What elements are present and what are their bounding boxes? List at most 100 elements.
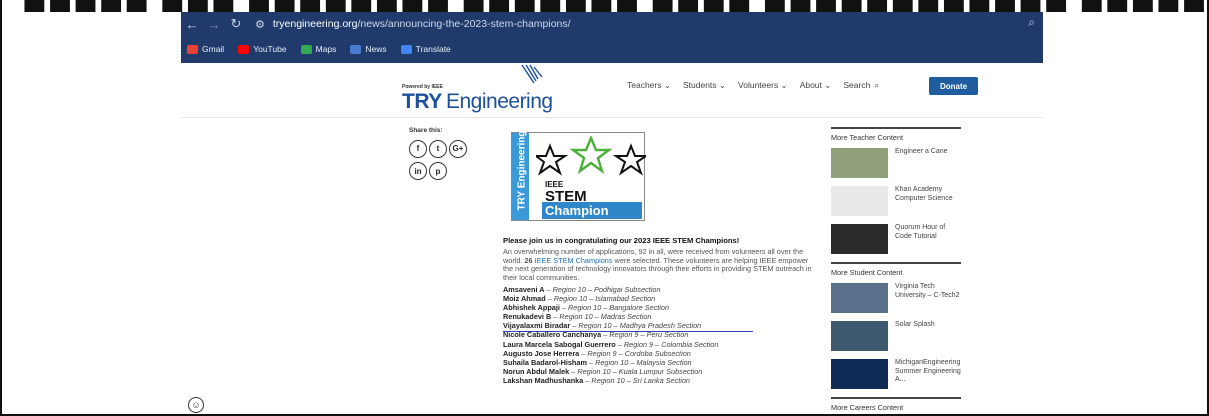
site-info-icon[interactable]: ⚙ [255,18,265,31]
champion-name: Suhaila Badarol-Hisham [503,357,587,367]
champions-link[interactable]: IEEE STEM Champions [535,256,613,265]
site-header: Powered by IEEE TRY Engineering Teachers… [181,63,1043,117]
sidebar-content-item[interactable]: Quorum Hour of Code Tutorial [831,224,961,256]
sidebar-content-item[interactable]: Engineer a Cane [831,148,961,180]
url-domain: tryengineering.org [272,18,358,30]
champion-name: Renukadevi B [503,312,552,322]
share-label: Share this: [409,127,443,134]
nav-item-1[interactable]: Students ⌄ [683,80,726,91]
article-intro: An overwhelming number of applications, … [503,247,813,283]
sidebar: More Teacher Content Engineer a Cane Khan… [831,127,961,414]
champion-name: Vijayalaxmi Biradar [503,321,571,331]
content-thumbnail[interactable] [831,283,888,313]
content-thumbnail[interactable] [831,321,888,351]
url-path: /news/announcing-the-2023-stem-champions… [357,18,571,30]
champion-region: Region 10 – Madhya Pradesh Section [578,321,702,331]
google-plus-icon[interactable]: G+ [449,139,467,158]
champion-region: Region 10 – Podhigai Subsection [552,284,661,294]
teacher-content-list: Engineer a Cane Khan Academy Computer Sci… [831,148,961,256]
champion-name: Nicole Caballero Canchanya [503,330,602,340]
content-title[interactable]: Virginia Tech University – C-Tech2 [895,283,961,315]
teacher-content-heading: More Teacher Content [831,127,961,142]
careers-content-heading: More Careers Content [831,397,961,412]
nav-item-2[interactable]: Volunteers ⌄ [738,80,788,91]
linkedin-icon[interactable]: in [409,162,427,180]
bookmark-youtube[interactable]: YouTube [238,44,287,54]
champion-name: Abhishek Appaji [503,303,560,313]
content-thumbnail[interactable] [831,359,888,389]
bookmark-news[interactable]: News [350,44,387,54]
zoom-icon[interactable]: ⌕ [1028,15,1035,30]
champion-region: Region 9 – Colombia Section [623,339,719,349]
donate-button[interactable]: Donate [929,77,978,95]
student-content-list: Virginia Tech University – C-Tech2 Solar … [831,283,961,391]
champion-region: Region 10 – Madras Section [559,312,652,322]
bookmark-label: Translate [415,44,451,54]
sidebar-content-item[interactable]: Virginia Tech University – C-Tech2 [831,283,961,315]
browser-chrome: ← → ↻ ⚙ tryengineering.org/news/announci… [181,12,1043,63]
bookmark-maps[interactable]: Maps [300,44,337,54]
logo-engineering: Engineering [446,90,553,113]
sidebar-content-item[interactable]: Khan Academy Computer Science [831,186,961,218]
champion-region: Region 10 – Bangalore Section [568,303,670,313]
forward-icon[interactable]: → [203,13,225,35]
stem-champion-logo: TRY Engineering IEEE STEM Champion [511,130,646,221]
reload-icon[interactable]: ↻ [225,13,247,35]
content-title[interactable]: Quorum Hour of Code Tutorial [895,224,961,256]
header-divider [181,117,1043,118]
champion-region: Region 10 – Sri Lanka Section [591,375,690,385]
content-title[interactable]: Khan Academy Computer Science [895,186,961,218]
content-thumbnail[interactable] [831,148,888,178]
bookmarks-bar: Gmail YouTube Maps News Translate [181,38,1043,60]
bookmark-gmail[interactable]: Gmail [187,44,224,54]
maps-icon [300,44,312,54]
bookmark-label: Maps [315,44,337,54]
translate-icon [400,44,412,54]
champion-name: Laura Marcela Sabogal Guerrero [503,339,616,349]
article-body: Please join us in congratulating our 202… [503,236,813,386]
news-icon [350,44,362,54]
content-title[interactable]: MichiganEngineering Summer Engineering A… [895,359,961,391]
gmail-icon [187,44,198,54]
twitter-icon[interactable]: t [429,139,447,158]
logo-graphic-icon [521,64,543,84]
main-nav: Teachers ⌄ Students ⌄ Volunteers ⌄ About ⌄ S… [627,80,891,91]
content-title[interactable]: Solar Splash [895,321,935,353]
student-content-heading: More Student Content [831,262,961,277]
logo-try: TRY [402,90,442,113]
stars-icon [536,136,646,176]
logo-side-text: TRY Engineering [516,130,528,211]
pinterest-icon[interactable]: p [429,162,447,180]
youtube-icon [238,44,250,54]
bookmark-translate[interactable]: Translate [400,44,451,54]
bookmark-label: Gmail [202,44,225,54]
nav-item-0[interactable]: Teachers ⌄ [627,80,671,91]
nav-item-4[interactable]: Search [843,80,870,91]
champion-region: Region 10 – Kuala Lumpur Subsection [577,366,703,376]
logo-champion: Champion [542,202,642,219]
champion-name: Amsaveni A [503,284,545,294]
address-bar[interactable]: ⚙ tryengineering.org/news/announcing-the… [255,14,571,34]
content-thumbnail[interactable] [831,186,888,216]
nav-item-3[interactable]: About ⌄ [800,80,832,91]
cropped-caption-text: ■■■■■ ■■■ ■■■■■■■■ ■■■■■■■ ■■■■ ■■■■■■■■… [2,0,1207,12]
champion-region: Region 10 – Malaysia Section [595,357,692,367]
accessibility-icon[interactable]: ☺ [188,397,204,413]
champion-row: Lakshan Madhushanka – Region 10 – Sri La… [503,375,690,385]
tryengineering-logo[interactable]: Powered by IEEE TRY Engineering [402,64,562,113]
bookmark-label: News [365,44,387,54]
champion-name: Augusto Jose Herrera [503,348,580,358]
champion-region: Region 9 – Peru Section [609,330,689,340]
facebook-icon[interactable]: f [409,139,427,158]
back-icon[interactable]: ← [181,13,203,35]
champion-name: Moiz Ahmad [503,294,546,304]
sidebar-content-item[interactable]: MichiganEngineering Summer Engineering A… [831,359,961,391]
champion-region: Region 10 – Islamabad Section [553,294,656,304]
search-icon[interactable]: ⌕ [874,80,879,91]
champion-name: Norun Abdul Malek [503,366,570,376]
champion-list: Amsaveni A – Region 10 – Podhigai Subsec… [503,284,813,386]
intro-count: 26 [524,255,533,265]
sidebar-content-item[interactable]: Solar Splash [831,321,961,353]
content-title[interactable]: Engineer a Cane [895,148,948,180]
content-thumbnail[interactable] [831,224,888,254]
